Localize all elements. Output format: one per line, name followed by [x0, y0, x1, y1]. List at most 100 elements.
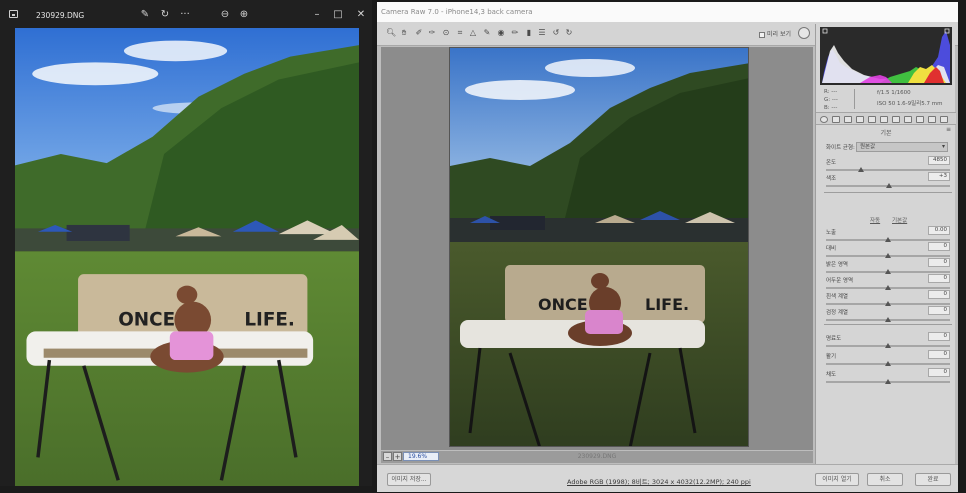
color-sampler-icon[interactable]: ✑ [427, 28, 437, 38]
readout-g: G: --- [824, 97, 838, 103]
tab-snapshots-extra[interactable] [940, 116, 948, 123]
slider-thumb[interactable] [885, 237, 891, 242]
slider-label: 밝은 영역 [826, 262, 848, 268]
readout-b: B: --- [824, 105, 838, 111]
fullscreen-icon[interactable] [798, 27, 810, 39]
slider-thumb[interactable] [885, 361, 891, 366]
svg-text:ONCE: ONCE [538, 295, 588, 314]
done-button[interactable]: 완료 [915, 473, 951, 486]
minimize-icon[interactable]: – [310, 8, 324, 22]
slider-value-input[interactable]: 0 [928, 242, 950, 251]
slider-thumb[interactable] [885, 379, 891, 384]
slider-label: 채도 [826, 372, 837, 378]
white-balance-icon[interactable]: ✐ [414, 28, 424, 38]
camera-raw-canvas: ONCE LIFE. [381, 47, 813, 450]
viewer-photo: ONCE LIFE. [15, 28, 359, 486]
exif-iso-lens: ISO 50 1.6-9밀리5.7 mm [877, 101, 943, 107]
slider-thumb[interactable] [885, 301, 891, 306]
save-image-button[interactable]: 이미지 저장... [387, 473, 431, 486]
slider-tint: 색조 +3 [826, 172, 950, 190]
target-adjust-icon[interactable]: ⊙ [441, 28, 451, 38]
spot-removal-icon[interactable]: ✎ [482, 28, 492, 38]
camera-raw-title: Camera Raw 7.0 - iPhone14,3 back camera [377, 2, 958, 22]
slider-value-input[interactable]: +3 [928, 172, 950, 181]
slider-thumb[interactable] [885, 343, 891, 348]
slider-thumb[interactable] [885, 317, 891, 322]
slider-thumb[interactable] [885, 285, 891, 290]
slider-thumb[interactable] [885, 253, 891, 258]
zoom-out-icon[interactable]: ⊖ [218, 8, 232, 22]
slider-value-input[interactable]: 4850 [928, 156, 950, 165]
slider-value-input[interactable]: 0 [928, 274, 950, 283]
viewer-filename: 230929.DNG [36, 11, 85, 20]
slider-value-input[interactable]: 0.00 [928, 226, 950, 235]
graduated-filter-icon[interactable]: ▮ [524, 28, 534, 38]
tab-split-toning[interactable] [868, 116, 876, 123]
auto-link[interactable]: 자동 [870, 216, 880, 224]
slider-thumb[interactable] [886, 183, 893, 188]
readout-r: R: --- [824, 89, 838, 95]
slider-thumb[interactable] [857, 167, 864, 172]
histogram [820, 27, 952, 85]
tab-lens-corrections[interactable] [880, 116, 888, 123]
rotate-ccw-icon[interactable]: ↺ [551, 28, 561, 38]
slider-label: 온도 [826, 160, 837, 166]
slider-value-input[interactable]: 0 [928, 332, 950, 341]
canvas-status-bar: – + 19.6% 230929.DNG [381, 451, 813, 463]
default-link[interactable]: 기본값 [892, 216, 907, 224]
tab-camera-calibration[interactable] [904, 116, 912, 123]
preferences-icon[interactable]: ☰ [537, 28, 547, 38]
tab-basic[interactable] [820, 116, 828, 123]
slider-blacks: 검정 계열 0 [826, 306, 950, 324]
zoom-icon[interactable]: 🔍︎ [386, 28, 396, 38]
rotate-cw-icon[interactable]: ↻ [564, 28, 574, 38]
canvas-filename: 230929.DNG [577, 453, 617, 460]
tab-hsl[interactable] [856, 116, 864, 123]
cancel-button[interactable]: 취소 [867, 473, 903, 486]
adjustment-brush-icon[interactable]: ✏ [510, 28, 520, 38]
slider-value-input[interactable]: 0 [928, 258, 950, 267]
edit-icon[interactable]: ✎ [138, 8, 152, 22]
rotate-icon[interactable]: ↻ [158, 8, 172, 22]
camera-raw-footer: 이미지 저장... Adobe RGB (1998); 8비트; 3024 x … [377, 464, 958, 492]
slider-value-input[interactable]: 0 [928, 368, 950, 377]
slider-track[interactable] [826, 169, 950, 171]
slider-thumb[interactable] [885, 269, 891, 274]
tab-tone-curve[interactable] [832, 116, 840, 123]
photo-viewer-window: 230929.DNG ✎ ↻ ··· ⊖ ⊕ – □ ✕ ONCE LIFE. [0, 0, 372, 493]
panel-divider [824, 192, 952, 193]
viewer-bottom-bar [0, 486, 372, 493]
close-icon[interactable]: ✕ [354, 8, 368, 22]
tab-effects[interactable] [892, 116, 900, 123]
open-image-button[interactable]: 이미지 열기 [815, 473, 859, 486]
slider-label: 명료도 [826, 336, 842, 342]
zoom-in-icon[interactable]: ⊕ [237, 8, 251, 22]
photos-app-icon [9, 10, 18, 18]
white-balance-select[interactable]: 원본값 [856, 142, 948, 152]
tab-snapshots[interactable] [928, 116, 936, 123]
straighten-icon[interactable]: △ [468, 28, 478, 38]
panel-title: 기본 [880, 130, 892, 137]
slider-label: 어두운 영역 [826, 278, 854, 284]
tab-presets[interactable] [916, 116, 924, 123]
maximize-icon[interactable]: □ [331, 8, 345, 22]
more-icon[interactable]: ··· [178, 8, 192, 22]
slider-value-input[interactable]: 0 [928, 350, 950, 359]
white-balance-row: 화이트 균형: 원본값 [826, 142, 950, 153]
slider-saturation: 채도 0 [826, 368, 950, 386]
adjustment-panel: R: --- G: --- B: --- f/1.5 1/1600 ISO 50… [815, 24, 956, 464]
preview-label: 미리 보기 [767, 31, 791, 38]
red-eye-icon[interactable]: ◉ [496, 28, 506, 38]
crop-icon[interactable]: ⌗ [455, 28, 465, 38]
tab-detail[interactable] [844, 116, 852, 123]
panel-tabs [816, 112, 956, 125]
slider-label: 대비 [826, 246, 837, 252]
panel-menu-icon[interactable]: ≡ [946, 126, 951, 133]
preview-checkbox[interactable]: 미리 보기 [759, 29, 791, 38]
slider-value-input[interactable]: 0 [928, 306, 950, 315]
slider-clarity: 명료도 0 [826, 332, 950, 350]
slider-value-input[interactable]: 0 [928, 290, 950, 299]
hand-icon[interactable]: ✋︎ [399, 28, 409, 38]
workflow-options-link[interactable]: Adobe RGB (1998); 8비트; 3024 x 4032(12.2M… [567, 476, 751, 486]
exif-aperture-shutter: f/1.5 1/1600 [877, 90, 911, 96]
